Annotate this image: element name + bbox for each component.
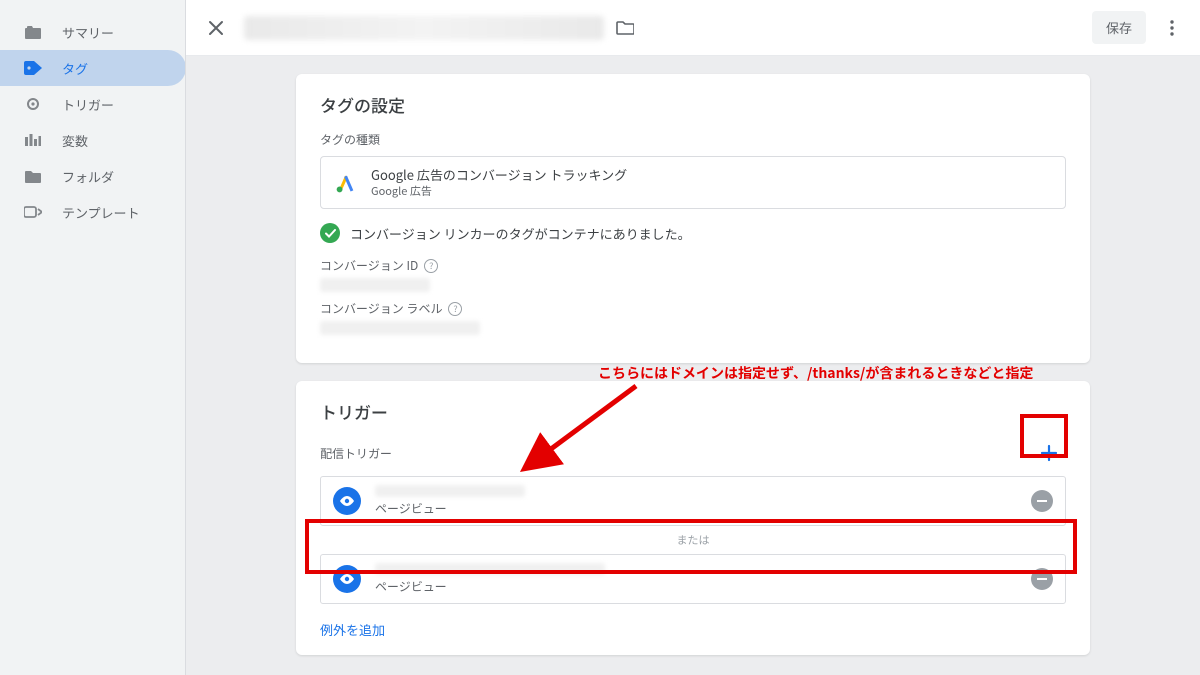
linker-status-text: コンバージョン リンカーのタグがコンテナにありました。 — [350, 224, 691, 243]
topbar: 保存 — [186, 0, 1200, 56]
trigger-type-label: ページビュー — [375, 500, 525, 517]
tag-title-placeholder[interactable] — [244, 16, 604, 40]
remove-trigger-button[interactable] — [1031, 568, 1053, 590]
firing-triggers-label: 配信トリガー — [320, 445, 392, 462]
content-area: タグの設定 タグの種類 Google 広告のコンバージョン トラッキング Goo… — [186, 56, 1200, 675]
sidebar-item-summary[interactable]: サマリー — [0, 14, 186, 50]
trigger-name-placeholder — [375, 485, 525, 497]
more-menu-icon[interactable] — [1160, 16, 1184, 40]
trigger-name-placeholder — [375, 563, 605, 575]
close-icon[interactable] — [202, 14, 230, 42]
folder-location-icon[interactable] — [614, 17, 636, 39]
sidebar-item-variables[interactable]: 変数 — [0, 122, 186, 158]
sidebar-item-label: タグ — [62, 59, 88, 78]
help-icon[interactable]: ? — [424, 259, 438, 273]
tag-type-title: Google 広告のコンバージョン トラッキング — [371, 167, 627, 184]
save-button[interactable]: 保存 — [1092, 11, 1146, 44]
trigger-icon — [24, 95, 42, 113]
tag-icon — [24, 59, 42, 77]
check-circle-icon — [320, 223, 340, 243]
sidebar-item-templates[interactable]: テンプレート — [0, 194, 186, 230]
tag-type-label: タグの種類 — [320, 131, 1066, 148]
tag-type-selector[interactable]: Google 広告のコンバージョン トラッキング Google 広告 — [320, 156, 1066, 209]
conversion-id-value — [320, 278, 430, 292]
add-exception-link[interactable]: 例外を追加 — [320, 616, 1066, 643]
sidebar: サマリー タグ トリガー 変数 フォルダ テンプレート — [0, 0, 186, 675]
main-panel: 保存 タグの設定 タグの種類 Google 広告のコンバージョン トラッキング … — [186, 0, 1200, 675]
sidebar-item-label: テンプレート — [62, 203, 140, 222]
sidebar-item-label: フォルダ — [62, 167, 114, 186]
trigger-item[interactable]: ページビュー — [320, 554, 1066, 604]
trigger-card[interactable]: トリガー 配信トリガー ページビュー または — [296, 381, 1090, 655]
trigger-item[interactable]: ページビュー — [320, 476, 1066, 526]
sidebar-item-tags[interactable]: タグ — [0, 50, 186, 86]
help-icon[interactable]: ? — [448, 302, 462, 316]
pageview-icon — [333, 565, 361, 593]
template-icon — [24, 203, 42, 221]
trigger-type-label: ページビュー — [375, 578, 605, 595]
tag-type-sub: Google 広告 — [371, 184, 627, 198]
conversion-id-label: コンバージョン ID ? — [320, 257, 1066, 274]
sidebar-item-folders[interactable]: フォルダ — [0, 158, 186, 194]
tag-config-card[interactable]: タグの設定 タグの種類 Google 広告のコンバージョン トラッキング Goo… — [296, 74, 1090, 363]
linker-status-row: コンバージョン リンカーのタグがコンテナにありました。 — [320, 223, 1066, 243]
tag-config-heading: タグの設定 — [320, 92, 1066, 117]
variable-icon — [24, 131, 42, 149]
summary-icon — [24, 23, 42, 41]
remove-trigger-button[interactable] — [1031, 490, 1053, 512]
conversion-label-label: コンバージョン ラベル ? — [320, 300, 1066, 317]
trigger-or-label: または — [320, 532, 1066, 548]
sidebar-item-label: トリガー — [62, 95, 114, 114]
conversion-label-value — [320, 321, 480, 335]
add-trigger-button[interactable] — [1032, 436, 1066, 470]
sidebar-item-label: サマリー — [62, 23, 114, 42]
google-ads-icon — [335, 172, 357, 194]
folder-icon — [24, 167, 42, 185]
sidebar-item-triggers[interactable]: トリガー — [0, 86, 186, 122]
trigger-heading: トリガー — [320, 399, 1066, 424]
pageview-icon — [333, 487, 361, 515]
sidebar-item-label: 変数 — [62, 131, 88, 150]
